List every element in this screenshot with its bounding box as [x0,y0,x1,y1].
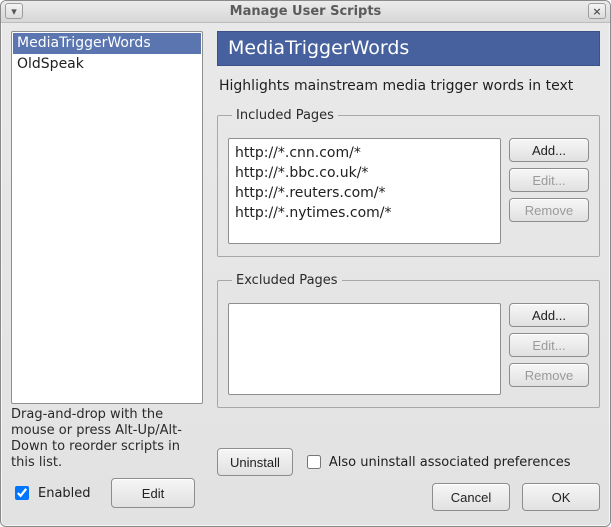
manage-user-scripts-window: ▾ Manage User Scripts × MediaTriggerWord… [0,0,611,527]
included-pages-list[interactable]: http://*.cnn.com/* http://*.bbc.co.uk/* … [228,138,501,244]
also-uninstall-checkbox[interactable] [307,455,321,469]
list-item[interactable]: http://*.nytimes.com/* [235,203,494,223]
excluded-pages-legend: Excluded Pages [232,273,342,288]
enabled-label: Enabled [38,486,91,501]
included-pages-group: Included Pages http://*.cnn.com/* http:/… [217,108,600,257]
cancel-button[interactable]: Cancel [432,483,510,511]
excluded-remove-button: Remove [509,363,589,387]
list-item[interactable]: http://*.reuters.com/* [235,183,494,203]
list-item[interactable]: http://*.cnn.com/* [235,143,494,163]
excluded-add-button[interactable]: Add... [509,303,589,327]
window-title: Manage User Scripts [230,4,382,19]
edit-script-button[interactable]: Edit [111,478,195,508]
enabled-checkbox[interactable] [15,486,29,500]
reorder-hint: Drag-and-drop with the mouse or press Al… [11,407,203,471]
also-uninstall-label: Also uninstall associated preferences [329,455,571,470]
list-item[interactable]: http://*.bbc.co.uk/* [235,163,494,183]
uninstall-button[interactable]: Uninstall [217,448,293,476]
also-uninstall-row[interactable]: Also uninstall associated preferences [303,452,571,472]
ok-button[interactable]: OK [522,483,600,511]
excluded-pages-list[interactable] [228,303,501,395]
excluded-pages-group: Excluded Pages Add... Edit... Remove [217,273,600,408]
titlebar[interactable]: ▾ Manage User Scripts × [1,1,610,23]
script-title: MediaTriggerWords [217,31,600,66]
included-edit-button: Edit... [509,168,589,192]
script-list[interactable]: MediaTriggerWords OldSpeak [11,31,203,404]
included-pages-legend: Included Pages [232,108,338,123]
script-list-item[interactable]: MediaTriggerWords [13,33,201,54]
excluded-edit-button: Edit... [509,333,589,357]
script-list-item[interactable]: OldSpeak [13,54,201,75]
close-icon[interactable]: × [588,3,606,19]
included-add-button[interactable]: Add... [509,138,589,162]
included-remove-button: Remove [509,198,589,222]
minimize-icon[interactable]: ▾ [5,3,23,19]
script-description: Highlights mainstream media trigger word… [219,78,598,94]
